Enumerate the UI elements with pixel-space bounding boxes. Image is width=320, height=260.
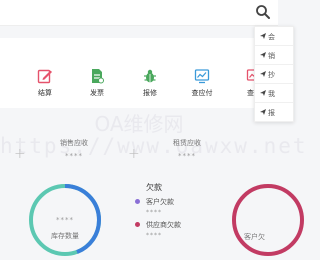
dropdown-item-label: 抄 bbox=[268, 71, 275, 79]
check-payable-label: 查应付 bbox=[191, 89, 213, 97]
debt-title: 欠款 bbox=[146, 183, 162, 192]
quick-actions-panel: 结算 发票 报修 查应付 查应 bbox=[0, 38, 278, 108]
check-payable-button[interactable]: 查应付 bbox=[182, 68, 222, 98]
sales-receivable-stat: 销售应收 **** bbox=[34, 138, 114, 160]
supplier-debt-item[interactable]: 供应商欠款 **** bbox=[132, 220, 181, 239]
watermark-text: OA维修网 bbox=[94, 112, 184, 136]
sales-receivable-label: 销售应收 bbox=[60, 139, 88, 147]
invoice-icon bbox=[92, 69, 104, 84]
sales-receivable-value: **** bbox=[65, 152, 83, 160]
settle-button[interactable]: 结算 bbox=[25, 68, 65, 98]
dropdown-item[interactable]: 销 bbox=[255, 46, 293, 65]
debt-legend: 欠款 客户欠款 **** 供应商欠款 **** bbox=[132, 182, 181, 239]
top-bar bbox=[0, 0, 278, 26]
inventory-value: **** bbox=[56, 216, 74, 224]
dropdown-item[interactable]: 抄 bbox=[255, 65, 293, 84]
dropdown-item[interactable]: 我 bbox=[255, 84, 293, 103]
legend-dot bbox=[135, 199, 140, 204]
dropdown-item[interactable]: 报 bbox=[255, 103, 293, 122]
dropdown-menu: 会 销 抄 我 报 bbox=[254, 26, 294, 122]
legend-dot bbox=[135, 222, 140, 227]
dropdown-item-label: 会 bbox=[268, 33, 275, 41]
send-icon bbox=[260, 52, 266, 58]
dropdown-item-label: 报 bbox=[268, 109, 275, 117]
repair-label: 报修 bbox=[143, 89, 157, 97]
send-icon bbox=[260, 90, 266, 96]
rental-receivable-stat: 租赁应收 **** bbox=[147, 138, 227, 160]
repair-button[interactable]: 报修 bbox=[130, 68, 170, 98]
chart-icon bbox=[194, 69, 210, 84]
rental-receivable-value: **** bbox=[178, 152, 196, 160]
dropdown-item[interactable]: 会 bbox=[255, 27, 293, 46]
customer-debt-item[interactable]: 客户欠款 **** bbox=[132, 197, 181, 216]
supplier-debt-label: 供应商欠款 bbox=[146, 221, 181, 229]
dropdown-item-label: 我 bbox=[268, 90, 275, 98]
send-icon bbox=[260, 109, 266, 115]
customer-debt-label: 客户欠款 bbox=[146, 198, 174, 206]
customer-debt-value: **** bbox=[146, 209, 162, 216]
send-icon bbox=[260, 33, 266, 39]
customer-debt-ring bbox=[232, 184, 304, 256]
edit-icon bbox=[37, 69, 52, 84]
supplier-debt-value: **** bbox=[146, 232, 162, 239]
inventory-label: 库存数量 bbox=[51, 232, 79, 240]
invoice-label: 发票 bbox=[90, 89, 104, 97]
plus-icon[interactable]: + bbox=[14, 146, 26, 162]
customer-debt-ring-label: 客户欠 bbox=[244, 233, 265, 241]
search-icon[interactable] bbox=[255, 4, 271, 20]
plus-icon[interactable]: + bbox=[128, 146, 140, 162]
invoice-button[interactable]: 发票 bbox=[77, 68, 117, 98]
bug-icon bbox=[144, 69, 156, 83]
settle-label: 结算 bbox=[38, 89, 52, 97]
rental-receivable-label: 租赁应收 bbox=[173, 139, 201, 147]
send-icon bbox=[260, 71, 266, 77]
dropdown-item-label: 销 bbox=[268, 52, 275, 60]
